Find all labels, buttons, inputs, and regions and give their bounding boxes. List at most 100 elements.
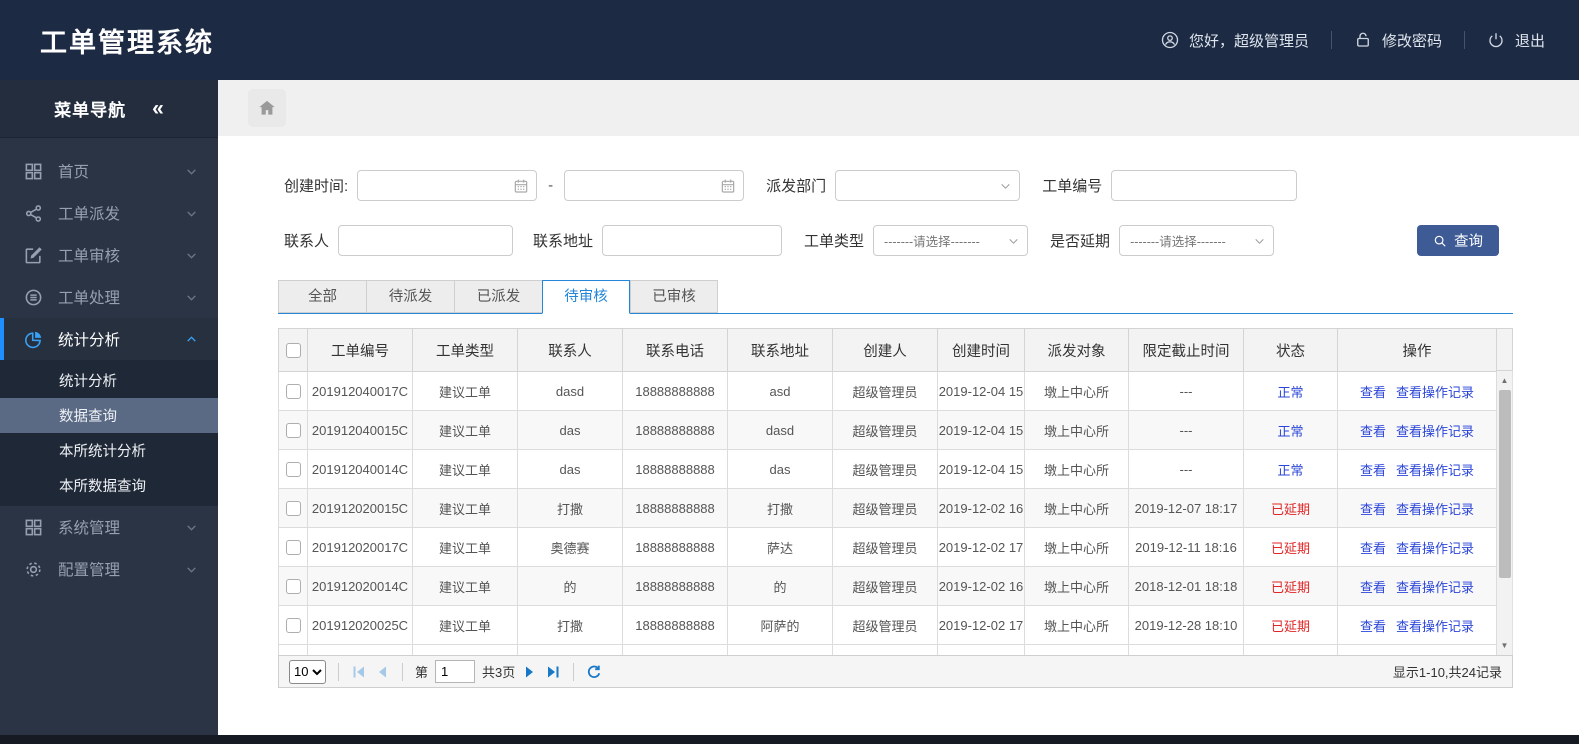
order-type-label: 工单类型: [804, 233, 865, 250]
tab-4[interactable]: 已审核: [630, 280, 718, 313]
cell-address: asd: [727, 370, 833, 412]
logout-button[interactable]: 退出: [1487, 30, 1545, 51]
select-all-checkbox[interactable]: [285, 342, 301, 358]
scrollbar-track[interactable]: ▲ ▼: [1497, 371, 1513, 655]
table-scrollbar[interactable]: ▲ ▼: [1497, 328, 1513, 655]
column-header: 派发对象: [1024, 328, 1129, 372]
create-time-end-input[interactable]: [564, 170, 745, 201]
status-badge: 正常: [1243, 410, 1338, 451]
cell-contact: das: [517, 449, 623, 490]
view-log-link[interactable]: 查看操作记录: [1396, 463, 1474, 478]
page-number-input[interactable]: [435, 660, 476, 683]
sidebar-item-4[interactable]: 统计分析: [0, 318, 218, 360]
view-log-link[interactable]: 查看操作记录: [1396, 502, 1474, 517]
row-checkbox[interactable]: [285, 462, 301, 478]
prev-page-button[interactable]: [374, 664, 390, 680]
view-link[interactable]: 查看: [1360, 463, 1386, 478]
view-link[interactable]: 查看: [1360, 502, 1386, 517]
sidebar-item-0[interactable]: 首页: [0, 150, 218, 192]
cell-type: 建议工单: [412, 566, 518, 607]
last-page-button[interactable]: [545, 664, 561, 680]
view-log-link[interactable]: 查看操作记录: [1396, 541, 1474, 556]
row-checkbox[interactable]: [285, 423, 301, 439]
actions-cell: 查看 查看操作记录: [1337, 566, 1497, 607]
pie-chart-icon: [24, 330, 43, 349]
scrollbar-thumb[interactable]: [1499, 390, 1511, 578]
cell-phone: 18888888888: [622, 527, 728, 568]
lock-icon: [1354, 31, 1372, 49]
row-checkbox[interactable]: [285, 501, 301, 517]
user-menu[interactable]: 您好，超级管理员: [1161, 30, 1309, 51]
cell-deadline: 2018-12-01 18:18: [1128, 566, 1244, 607]
sidebar-item-3[interactable]: 工单处理: [0, 276, 218, 318]
dispatch-dept-select[interactable]: [835, 170, 1021, 201]
sidebar-item-6[interactable]: 配置管理: [0, 548, 218, 590]
sidebar-menu: 首页 工单派发 工单审核 工单处理 统计分析 统计分析 数据查询 本所统计分析 本所数据查询 系统…: [0, 138, 218, 590]
refresh-button[interactable]: [586, 664, 602, 680]
create-time-start-input[interactable]: [357, 170, 538, 201]
table-header-row: 工单编号 工单类型 联系人 联系电话 联系地址 创建人 创建时间 派发对象 限定截止时间 状态 操作: [278, 328, 1497, 372]
sidebar-subitem-4-0[interactable]: 统计分析: [0, 363, 218, 398]
cell-deadline: ---: [1128, 449, 1244, 490]
sidebar-subitem-4-2[interactable]: 本所统计分析: [0, 433, 218, 468]
view-log-link[interactable]: 查看操作记录: [1396, 424, 1474, 439]
tab-2[interactable]: 已派发: [454, 280, 542, 313]
scroll-up-arrow[interactable]: ▲: [1497, 376, 1512, 385]
order-no-input[interactable]: [1111, 170, 1298, 201]
search-button[interactable]: 查询: [1417, 225, 1499, 256]
actions-cell: 查看 查看操作记录: [1337, 527, 1497, 568]
contact-input[interactable]: [338, 225, 514, 256]
table-row: 201912020015C 建议工单 打撒 18888888888 打撒 超级管理员 201…: [278, 488, 1497, 529]
chevron-down-icon: [1253, 234, 1266, 247]
column-header: 联系地址: [727, 328, 833, 372]
row-checkbox[interactable]: [285, 540, 301, 556]
cell-target: 墩上中心所: [1024, 566, 1129, 607]
collapse-sidebar-icon[interactable]: «: [152, 98, 164, 119]
view-log-link[interactable]: 查看操作记录: [1396, 385, 1474, 400]
column-header: 联系电话: [622, 328, 728, 372]
delay-select[interactable]: -------请选择-------: [1119, 225, 1275, 256]
actions-cell: 查看 查看操作记录: [1337, 488, 1497, 529]
chevron-down-icon: [185, 207, 198, 220]
row-checkbox[interactable]: [285, 579, 301, 595]
sidebar-subitem-4-1[interactable]: 数据查询: [0, 398, 218, 433]
scroll-down-arrow[interactable]: ▼: [1497, 641, 1512, 650]
chevron-down-icon: [185, 291, 198, 304]
sidebar-item-2[interactable]: 工单审核: [0, 234, 218, 276]
cell-order-no: 201912020015C: [307, 488, 413, 529]
cell-created: 2019-12-04 15: [937, 449, 1025, 490]
table-row: 201912020014C 建议工单的 18888888888 的超级管理员 2019-…: [278, 566, 1497, 607]
view-link[interactable]: 查看: [1360, 424, 1386, 439]
cell-creator: 超级管理员: [832, 449, 938, 490]
grid-icon: [24, 162, 43, 181]
cell-created: 2019-12-02 16: [937, 566, 1025, 607]
filter-panel: 创建时间: - 派发部门 工单编号 联系人 联系地址 工单类型 -------请…: [218, 136, 1579, 256]
table-row-partial: [278, 644, 1497, 655]
cell-contact: dasd: [517, 370, 623, 412]
view-link[interactable]: 查看: [1360, 385, 1386, 400]
view-log-link[interactable]: 查看操作记录: [1396, 580, 1474, 595]
address-input[interactable]: [602, 225, 783, 256]
page-size-select[interactable]: 10: [289, 659, 326, 684]
first-page-button[interactable]: [351, 664, 367, 680]
home-button[interactable]: [248, 89, 286, 127]
order-type-value: -------请选择-------: [884, 235, 980, 249]
row-checkbox[interactable]: [285, 384, 301, 400]
sidebar-item-5[interactable]: 系统管理: [0, 506, 218, 548]
chevron-up-icon: [185, 333, 198, 346]
tab-3[interactable]: 待审核: [542, 280, 630, 314]
view-link[interactable]: 查看: [1360, 580, 1386, 595]
view-log-link[interactable]: 查看操作记录: [1396, 619, 1474, 634]
tab-1[interactable]: 待派发: [366, 280, 454, 313]
row-checkbox[interactable]: [285, 618, 301, 634]
grid2-icon: [24, 518, 43, 537]
order-type-select[interactable]: -------请选择-------: [873, 225, 1029, 256]
chevron-down-icon: [185, 165, 198, 178]
tab-0[interactable]: 全部: [278, 280, 366, 313]
sidebar-subitem-4-3[interactable]: 本所数据查询: [0, 468, 218, 503]
sidebar-item-1[interactable]: 工单派发: [0, 192, 218, 234]
view-link[interactable]: 查看: [1360, 541, 1386, 556]
change-password-button[interactable]: 修改密码: [1354, 30, 1442, 51]
view-link[interactable]: 查看: [1360, 619, 1386, 634]
next-page-button[interactable]: [522, 664, 538, 680]
